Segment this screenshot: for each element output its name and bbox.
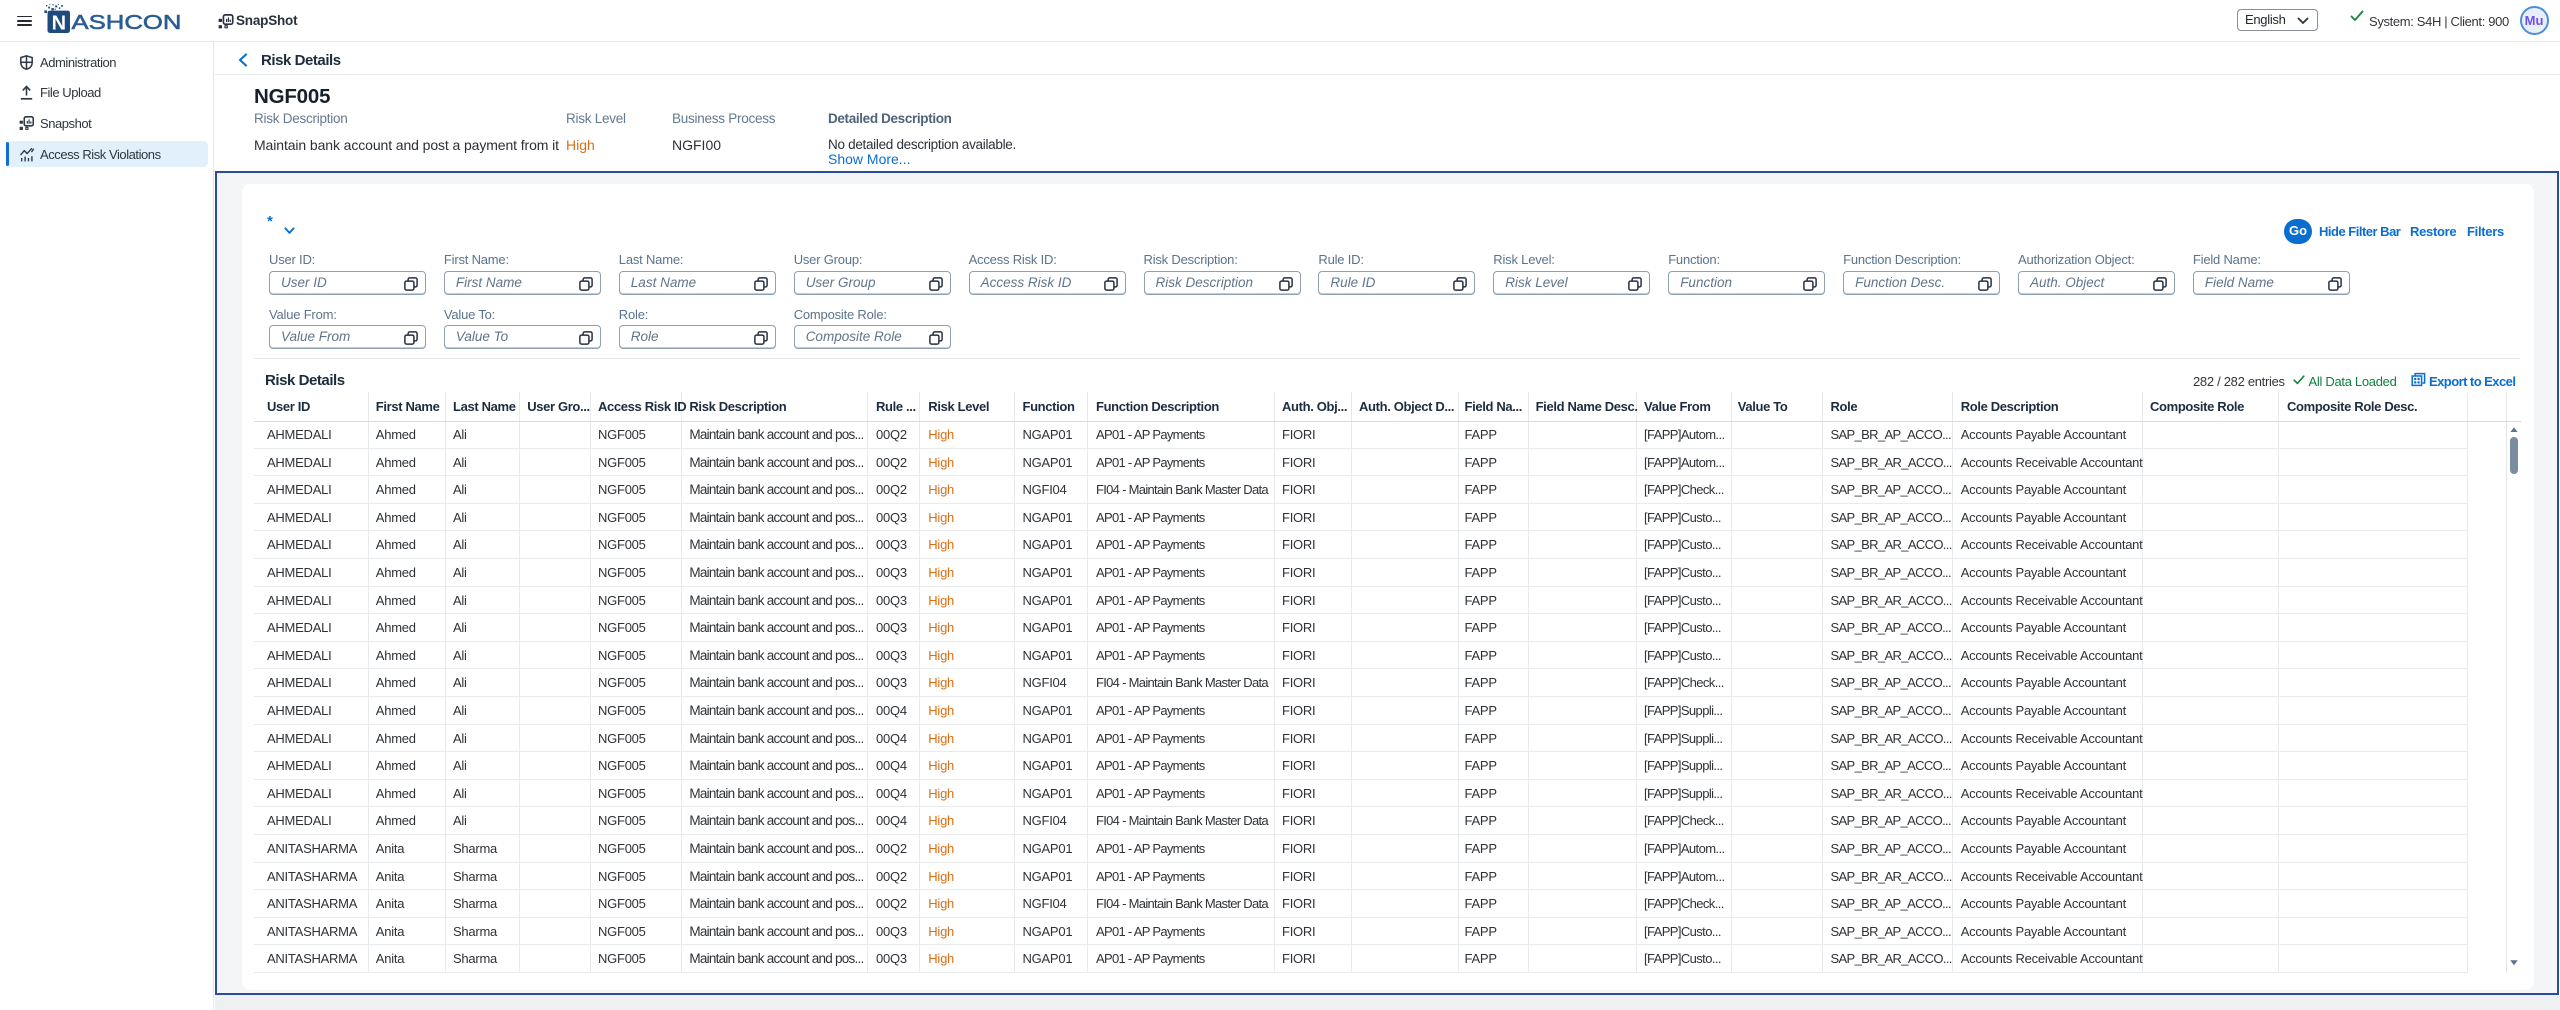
- svg-text:ASHCON: ASHCON: [72, 11, 182, 34]
- svg-text:N: N: [52, 13, 66, 35]
